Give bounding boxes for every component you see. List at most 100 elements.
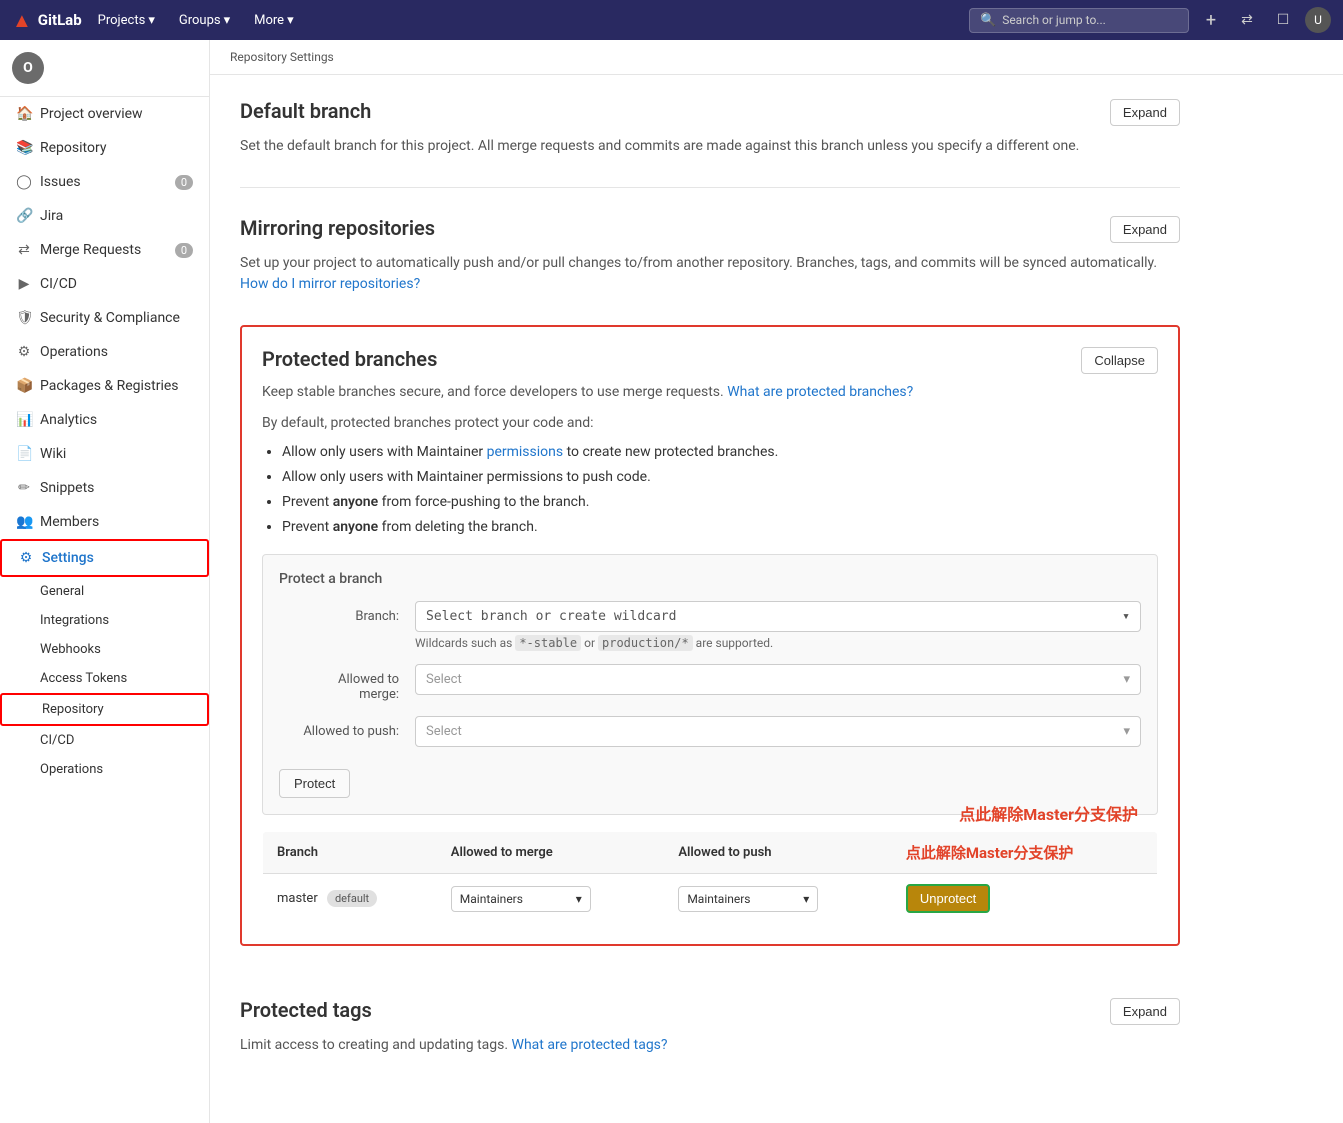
sidebar-avatar-area: O bbox=[0, 40, 209, 97]
nav-groups[interactable]: Groups ▾ bbox=[171, 9, 238, 32]
nav-more[interactable]: More ▾ bbox=[246, 9, 301, 32]
default-branch-header: Default branch Expand bbox=[240, 99, 1180, 126]
gitlab-logo[interactable]: ▲ GitLab bbox=[12, 8, 82, 33]
col-action: 点此解除Master分支保护 bbox=[892, 832, 1158, 874]
chevron-down-icon: ▾ bbox=[287, 13, 294, 28]
chevron-down-icon: ▾ bbox=[576, 892, 582, 906]
sidebar-item-security-compliance[interactable]: 🛡 Security & Compliance bbox=[0, 301, 209, 335]
sidebar-item-cicd[interactable]: ▶ CI/CD bbox=[0, 267, 209, 301]
protected-branches-table: Branch Allowed to merge Allowed to push … bbox=[262, 831, 1158, 924]
merge-request-icon[interactable]: ⇄ bbox=[1233, 6, 1261, 34]
sidebar-item-operations[interactable]: ⚙ Operations bbox=[0, 335, 209, 369]
chevron-down-icon: ▾ bbox=[1122, 609, 1130, 624]
plus-icon[interactable]: + bbox=[1197, 6, 1225, 34]
sidebar-item-jira[interactable]: 🔗 Jira bbox=[0, 199, 209, 233]
main-layout: O 🏠 Project overview 📚 Repository ◯ Issu… bbox=[0, 40, 1343, 1123]
sidebar-subitem-webhooks[interactable]: Webhooks bbox=[0, 635, 209, 664]
settings-sub-menu: General Integrations Webhooks Access Tok… bbox=[0, 577, 209, 784]
issues-icon: ◯ bbox=[16, 174, 32, 190]
branch-hint: Wildcards such as *-stable or production… bbox=[415, 636, 1141, 650]
table-body: master default Maintainers ▾ bbox=[263, 874, 1158, 924]
merge-dropdown[interactable]: Maintainers ▾ bbox=[451, 886, 591, 912]
protected-branches-link[interactable]: What are protected branches? bbox=[727, 384, 913, 400]
mirror-help-link[interactable]: How do I mirror repositories? bbox=[240, 276, 420, 292]
default-branch-expand-button[interactable]: Expand bbox=[1110, 99, 1180, 126]
mirroring-expand-button[interactable]: Expand bbox=[1110, 216, 1180, 243]
sidebar-subitem-access-tokens[interactable]: Access Tokens bbox=[0, 664, 209, 693]
chevron-down-icon: ▾ bbox=[224, 13, 231, 28]
shield-icon: 🛡 bbox=[16, 310, 32, 326]
sidebar-item-issues[interactable]: ◯ Issues 0 bbox=[0, 165, 209, 199]
home-icon: 🏠 bbox=[16, 106, 32, 122]
unprotect-button[interactable]: Unprotect bbox=[906, 884, 990, 913]
todo-icon[interactable]: ☐ bbox=[1269, 6, 1297, 34]
protected-branches-desc1: Keep stable branches secure, and force d… bbox=[262, 382, 1158, 403]
sidebar-subitem-operations[interactable]: Operations bbox=[0, 755, 209, 784]
protect-branch-form-title: Protect a branch bbox=[279, 571, 1141, 587]
sidebar-subitem-cicd[interactable]: CI/CD bbox=[0, 726, 209, 755]
protected-branches-collapse-button[interactable]: Collapse bbox=[1081, 347, 1158, 374]
merge-input-area: Select ▾ bbox=[415, 664, 1141, 695]
sidebar-subitem-repository[interactable]: Repository bbox=[0, 693, 209, 726]
push-select[interactable]: Select ▾ bbox=[415, 716, 1141, 747]
branches-table-container: 点此解除Master分支保护 Branch Allowed to merge A… bbox=[262, 831, 1158, 924]
bullet-4: Prevent anyone from deleting the branch. bbox=[282, 517, 1158, 538]
gitlab-icon: ▲ bbox=[12, 8, 32, 33]
ops-icon: ⚙ bbox=[16, 344, 32, 360]
cicd-icon: ▶ bbox=[16, 276, 32, 292]
branch-select[interactable]: Select branch or create wildcard ▾ bbox=[415, 601, 1141, 632]
sidebar-subitem-integrations[interactable]: Integrations bbox=[0, 606, 209, 635]
chevron-down-icon: ▾ bbox=[1123, 724, 1130, 739]
chevron-down-icon: ▾ bbox=[1123, 672, 1130, 687]
permissions-link[interactable]: permissions bbox=[487, 444, 564, 460]
sidebar-item-snippets[interactable]: ✏ Snippets bbox=[0, 471, 209, 505]
mirroring-header: Mirroring repositories Expand bbox=[240, 216, 1180, 243]
mirroring-title: Mirroring repositories bbox=[240, 216, 435, 240]
merge-select[interactable]: Select ▾ bbox=[415, 664, 1141, 695]
nav-icon-group: + ⇄ ☐ U bbox=[1197, 6, 1331, 34]
sidebar-item-merge-requests[interactable]: ⇄ Merge Requests 0 bbox=[0, 233, 209, 267]
table-row: master default Maintainers ▾ bbox=[263, 874, 1158, 924]
snippet-icon: ✏ bbox=[16, 480, 32, 496]
package-icon: 📦 bbox=[16, 378, 32, 394]
avatar: O bbox=[12, 52, 44, 84]
mirroring-section: Mirroring repositories Expand Set up you… bbox=[240, 216, 1180, 295]
sidebar-item-analytics[interactable]: 📊 Analytics bbox=[0, 403, 209, 437]
sidebar-item-wiki[interactable]: 📄 Wiki bbox=[0, 437, 209, 471]
push-label: Allowed to push: bbox=[279, 716, 399, 739]
sidebar-item-repository[interactable]: 📚 Repository bbox=[0, 131, 209, 165]
protected-tags-expand-button[interactable]: Expand bbox=[1110, 998, 1180, 1025]
mirroring-desc: Set up your project to automatically pus… bbox=[240, 253, 1180, 295]
default-badge: default bbox=[327, 890, 377, 907]
sidebar-item-project-overview[interactable]: 🏠 Project overview bbox=[0, 97, 209, 131]
content-area: Default branch Expand Set the default br… bbox=[210, 75, 1210, 998]
sidebar-subitem-general[interactable]: General bbox=[0, 577, 209, 606]
protect-button[interactable]: Protect bbox=[279, 769, 350, 798]
push-input-area: Select ▾ bbox=[415, 716, 1141, 747]
logo-text: GitLab bbox=[38, 11, 82, 29]
annotation-inline: 点此解除Master分支保护 bbox=[906, 844, 1074, 862]
protected-branches-section: Protected branches Collapse Keep stable … bbox=[240, 325, 1180, 946]
sidebar-item-packages-registries[interactable]: 📦 Packages & Registries bbox=[0, 369, 209, 403]
protected-tags-link[interactable]: What are protected tags? bbox=[512, 1037, 668, 1053]
sidebar-item-settings[interactable]: ⚙ Settings bbox=[0, 539, 209, 577]
protected-branches-title: Protected branches bbox=[262, 347, 437, 371]
sidebar-item-members[interactable]: 👥 Members bbox=[0, 505, 209, 539]
merge-form-row: Allowed tomerge: Select ▾ bbox=[279, 664, 1141, 702]
nav-projects[interactable]: Projects ▾ bbox=[90, 9, 163, 32]
user-avatar-icon[interactable]: U bbox=[1305, 7, 1331, 33]
protected-tags-section: Protected tags Expand Limit access to cr… bbox=[210, 998, 1210, 1116]
search-box[interactable]: 🔍 Search or jump to... bbox=[969, 8, 1189, 33]
breadcrumb-current: Repository Settings bbox=[230, 50, 334, 64]
protected-branches-header: Protected branches Collapse bbox=[262, 347, 1158, 374]
sidebar: O 🏠 Project overview 📚 Repository ◯ Issu… bbox=[0, 40, 210, 1123]
push-dropdown[interactable]: Maintainers ▾ bbox=[678, 886, 818, 912]
merge-cell: Maintainers ▾ bbox=[437, 874, 665, 924]
branch-label: Branch: bbox=[279, 601, 399, 624]
branch-cell: master default bbox=[263, 874, 437, 924]
default-branch-title: Default branch bbox=[240, 99, 371, 123]
analytics-icon: 📊 bbox=[16, 412, 32, 428]
push-cell: Maintainers ▾ bbox=[664, 874, 892, 924]
protected-tags-desc: Limit access to creating and updating ta… bbox=[240, 1035, 1180, 1056]
action-cell: Unprotect bbox=[892, 874, 1158, 924]
